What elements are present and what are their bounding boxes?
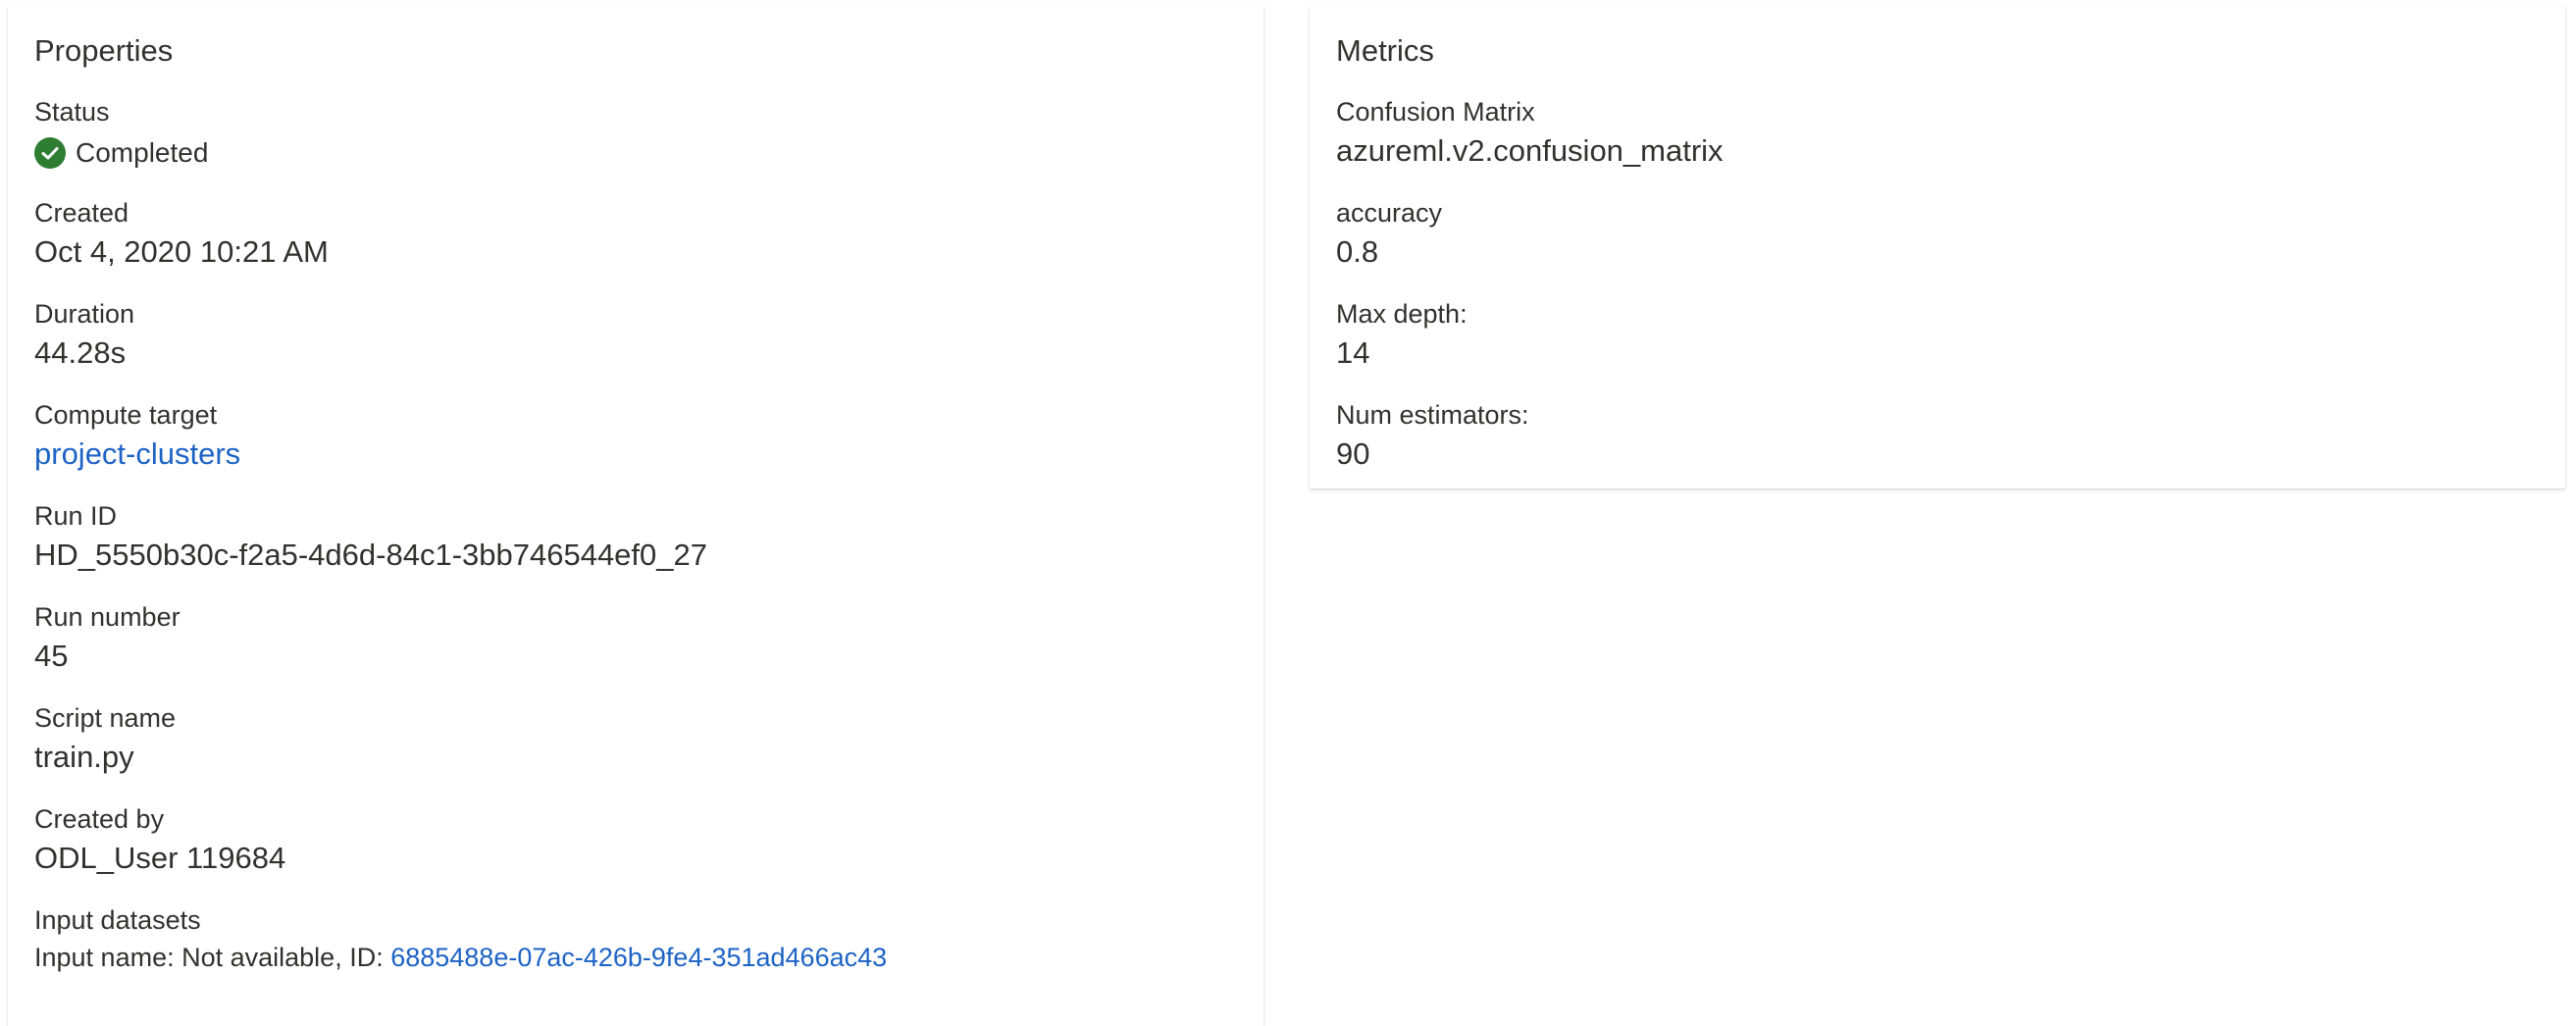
compute-target-label: Compute target <box>34 400 218 430</box>
status-field: Status Completed <box>34 94 1237 171</box>
script-name-field: Script name train.py <box>34 700 1237 777</box>
status-row: Completed <box>34 135 1237 171</box>
run-id-field: Run ID HD_5550b30c-f2a5-4d6d-84c1-3bb746… <box>34 498 1237 575</box>
input-datasets-label: Input datasets <box>34 905 201 935</box>
run-number-value: 45 <box>34 639 69 673</box>
input-datasets-prefix: Input name: Not available, ID: <box>34 943 391 972</box>
duration-field: Duration 44.28s <box>34 296 1237 373</box>
metric-item: Num estimators: 90 <box>1336 397 2539 474</box>
run-number-field: Run number 45 <box>34 599 1237 676</box>
metric-value: azureml.v2.confusion_matrix <box>1336 133 1724 168</box>
check-circle-icon <box>34 137 66 169</box>
input-dataset-id-link[interactable]: 6885488e-07ac-426b-9fe4-351ad466ac43 <box>390 943 887 972</box>
metric-item: Confusion Matrix azureml.v2.confusion_ma… <box>1336 94 2539 171</box>
run-id-label: Run ID <box>34 501 118 531</box>
metric-value: 0.8 <box>1336 234 1379 269</box>
metric-label: Max depth: <box>1336 299 1468 329</box>
metrics-title: Metrics <box>1336 33 1434 68</box>
metric-item: Max depth: 14 <box>1336 296 2539 373</box>
script-name-label: Script name <box>34 703 177 733</box>
input-datasets-value: Input name: Not available, ID: 6885488e-… <box>34 940 1237 975</box>
duration-value: 44.28s <box>34 335 127 370</box>
duration-label: Duration <box>34 299 135 329</box>
metric-value: 14 <box>1336 335 1370 370</box>
run-number-label: Run number <box>34 602 180 632</box>
created-by-value: ODL_User 119684 <box>34 841 286 875</box>
properties-title: Properties <box>34 33 174 68</box>
metric-value: 90 <box>1336 436 1370 471</box>
created-by-label: Created by <box>34 804 165 834</box>
metrics-card: Metrics Confusion Matrix azureml.v2.conf… <box>1310 6 2565 488</box>
metric-item: accuracy 0.8 <box>1336 195 2539 272</box>
status-value: Completed <box>76 137 209 168</box>
compute-target-field: Compute target project-clusters <box>34 397 1237 474</box>
properties-card: Properties Status Completed Created Oct … <box>8 6 1263 1026</box>
created-by-field: Created by ODL_User 119684 <box>34 801 1237 878</box>
metric-label: Confusion Matrix <box>1336 97 1535 127</box>
created-label: Created <box>34 198 129 228</box>
created-field: Created Oct 4, 2020 10:21 AM <box>34 195 1237 272</box>
compute-target-link[interactable]: project-clusters <box>34 435 1237 474</box>
created-value: Oct 4, 2020 10:21 AM <box>34 234 329 269</box>
input-datasets-field: Input datasets Input name: Not available… <box>34 902 1237 975</box>
metric-label: Num estimators: <box>1336 400 1529 430</box>
script-name-value: train.py <box>34 740 134 774</box>
run-id-value: HD_5550b30c-f2a5-4d6d-84c1-3bb746544ef0_… <box>34 538 707 572</box>
status-label: Status <box>34 97 110 127</box>
metric-label: accuracy <box>1336 198 1443 228</box>
